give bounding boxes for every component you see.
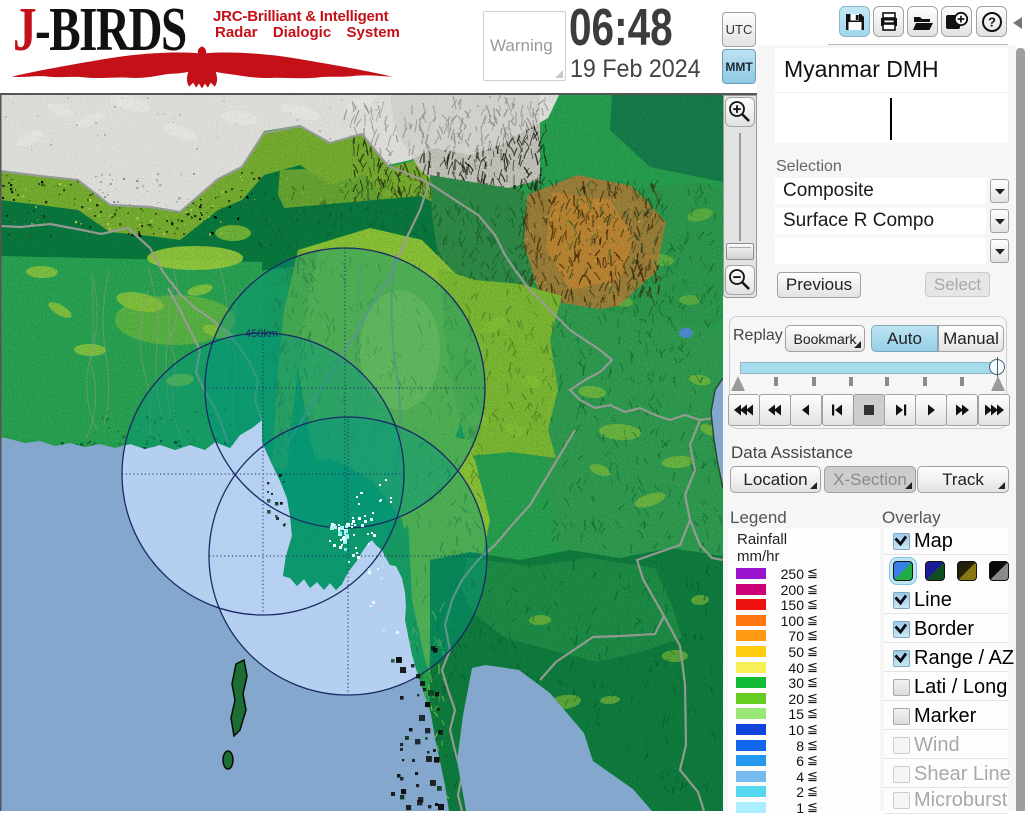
svg-text:450km: 450km	[245, 328, 278, 340]
svg-text:?: ?	[988, 14, 996, 29]
